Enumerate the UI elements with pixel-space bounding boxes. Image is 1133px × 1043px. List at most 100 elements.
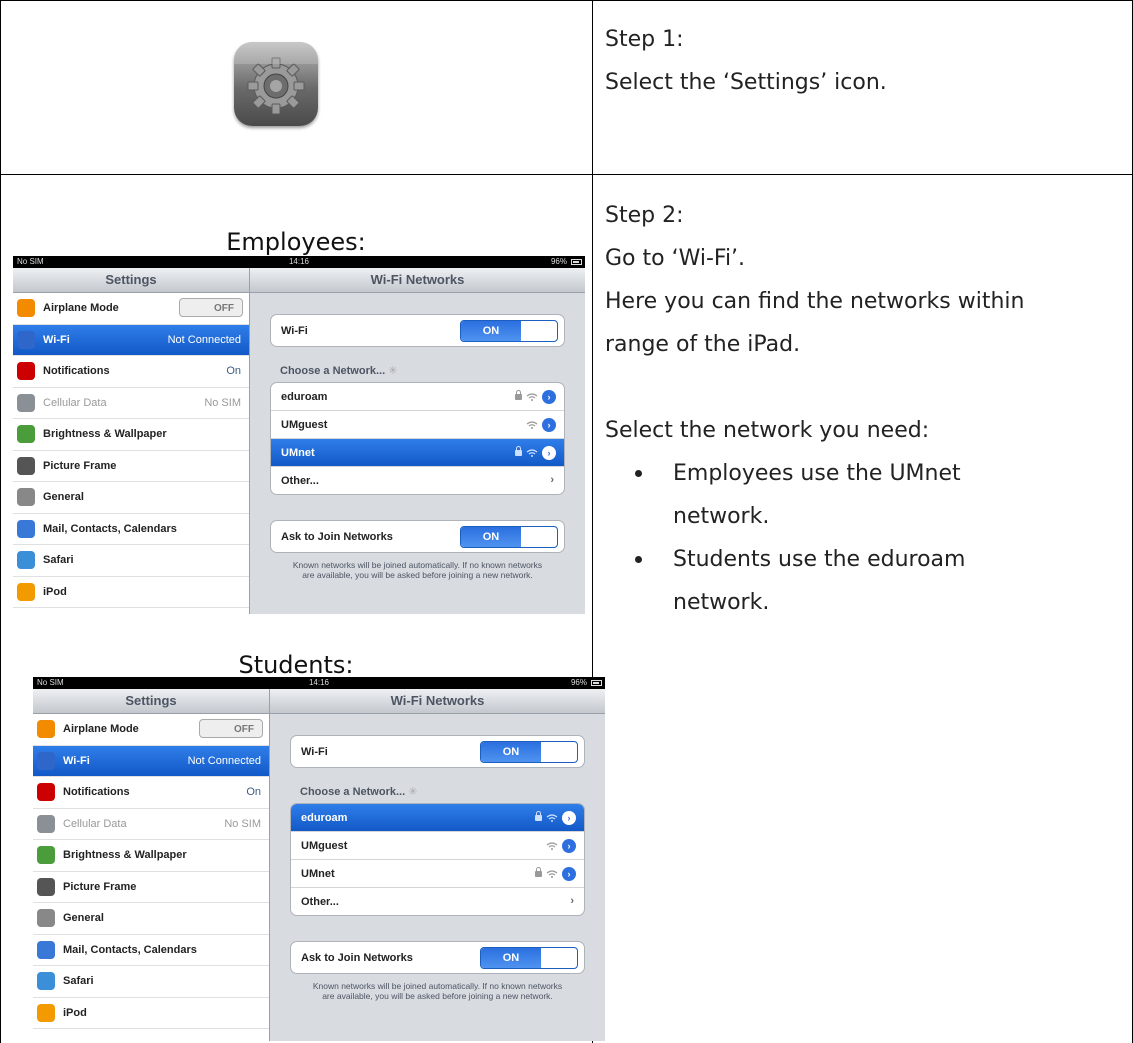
- network-icons: ›: [535, 867, 576, 881]
- ask-join-row: Ask to Join Networks ON: [271, 521, 564, 552]
- picture-frame-icon: [37, 877, 55, 896]
- sidebar-item-cellular-data[interactable]: Cellular Data No SIM: [13, 388, 249, 419]
- sidebar-item-brightness-wallpaper[interactable]: Brightness & Wallpaper: [13, 419, 249, 451]
- detail-disclosure-icon[interactable]: ›: [562, 867, 576, 881]
- wifi-signal-icon: [546, 870, 558, 878]
- wifi-toggle[interactable]: ON: [460, 320, 558, 342]
- sidebar-item-airplane-mode[interactable]: Airplane Mode OFF: [13, 293, 249, 325]
- network-row[interactable]: UMnet ›: [291, 860, 584, 888]
- network-list: eduroam › UMguest › UMnet › Other... ›: [290, 803, 585, 916]
- sidebar-item-label: Safari: [43, 554, 74, 566]
- wifi-row: Wi-Fi ON: [271, 315, 564, 346]
- sidebar-item-mail-contacts-calendars[interactable]: Mail, Contacts, Calendars: [33, 935, 269, 966]
- settings-sidebar: Settings Airplane Mode OFF Wi-Fi Not Connect…: [33, 689, 270, 1041]
- mail-icon: [17, 519, 35, 538]
- network-name: UMnet: [281, 447, 315, 459]
- battery-percent: 96%: [550, 257, 567, 266]
- sidebar-item-brightness-wallpaper[interactable]: Brightness & Wallpaper: [33, 840, 269, 872]
- sidebar-item-label: Wi-Fi: [43, 333, 70, 346]
- sidebar-item-label: Brightness & Wallpaper: [43, 428, 167, 440]
- network-icons: ›: [546, 839, 576, 853]
- network-row[interactable]: Other... ›: [271, 467, 564, 494]
- sidebar-item-value: No SIM: [224, 817, 261, 830]
- network-row[interactable]: eduroam ›: [291, 804, 584, 832]
- sidebar-item-label: Notifications: [43, 365, 110, 377]
- toggle-on-label: ON: [461, 321, 521, 341]
- bullet-employees: Employees use the UMnet network.: [605, 452, 1125, 538]
- network-icons: ›: [535, 811, 576, 825]
- ask-join-toggle[interactable]: ON: [480, 947, 578, 969]
- network-name: Other...: [301, 896, 339, 908]
- sidebar-item-label: Airplane Mode: [43, 302, 119, 314]
- step2-text: Step 2: Go to ‘Wi-Fi’. Here you can find…: [605, 194, 1125, 624]
- sidebar-item-airplane-mode[interactable]: Airplane Mode OFF: [33, 714, 269, 746]
- network-icons: ›: [515, 390, 556, 404]
- airplane-toggle[interactable]: OFF: [179, 298, 243, 317]
- detail-disclosure-icon[interactable]: ›: [562, 839, 576, 853]
- clock: 14:16: [308, 678, 330, 687]
- ask-join-toggle[interactable]: ON: [460, 526, 558, 548]
- sidebar-item-wi-fi[interactable]: Wi-Fi Not Connected: [13, 324, 249, 356]
- sidebar-item-label: General: [63, 912, 104, 924]
- sidebar-item-label: Safari: [63, 975, 94, 987]
- detail-disclosure-icon[interactable]: ›: [542, 446, 556, 460]
- spinner-icon: ✳: [388, 365, 398, 377]
- sidebar-item-picture-frame[interactable]: Picture Frame: [33, 872, 269, 903]
- detail-disclosure-icon[interactable]: ›: [542, 390, 556, 404]
- sidebar-item-notifications[interactable]: Notifications On: [13, 356, 249, 388]
- sidebar-item-label: Brightness & Wallpaper: [63, 849, 187, 861]
- table-border-left: [0, 0, 1, 1043]
- sidebar-item-label: iPod: [63, 1006, 87, 1019]
- network-name: eduroam: [281, 391, 328, 403]
- sidebar-item-label: Mail, Contacts, Calendars: [43, 522, 177, 535]
- sidebar-item-safari[interactable]: Safari: [33, 966, 269, 998]
- sidebar-item-ipod[interactable]: iPod: [33, 998, 269, 1029]
- choose-network-text: Choose a Network...: [280, 365, 386, 377]
- network-row[interactable]: UMguest ›: [271, 411, 564, 439]
- sidebar-item-notifications[interactable]: Notifications On: [33, 777, 269, 809]
- network-name: UMguest: [281, 419, 328, 431]
- status-bar: No SIM 14:16 96%: [33, 677, 605, 689]
- sidebar-item-label: Wi-Fi: [63, 754, 90, 767]
- network-row[interactable]: UMnet ›: [271, 439, 564, 467]
- step2-line3: range of the iPad.: [605, 332, 801, 357]
- network-row[interactable]: Other... ›: [291, 888, 584, 915]
- sidebar-item-ipod[interactable]: iPod: [13, 577, 249, 608]
- caption-students: Students:: [238, 651, 354, 679]
- detail-disclosure-icon[interactable]: ›: [562, 811, 576, 825]
- sidebar-item-cellular-data[interactable]: Cellular Data No SIM: [33, 809, 269, 840]
- bullet-students: Students use the eduroam network.: [605, 538, 1125, 624]
- wifi-toggle[interactable]: ON: [480, 741, 578, 763]
- network-icons: ›: [515, 446, 556, 460]
- notifications-icon: [37, 783, 55, 801]
- sidebar-item-general[interactable]: General: [33, 903, 269, 935]
- sidebar-item-mail-contacts-calendars[interactable]: Mail, Contacts, Calendars: [13, 514, 249, 545]
- detail-disclosure-icon[interactable]: ›: [542, 418, 556, 432]
- network-name: UMnet: [301, 868, 335, 880]
- bullet-text: network.: [673, 590, 770, 615]
- wifi-toggle-group: Wi-Fi ON: [290, 735, 585, 768]
- sidebar-item-wi-fi[interactable]: Wi-Fi Not Connected: [33, 745, 269, 777]
- sidebar-item-label: Cellular Data: [43, 396, 107, 409]
- step2-line1: Go to ‘Wi-Fi’.: [605, 246, 746, 271]
- spinner-icon: ✳: [408, 786, 418, 798]
- ask-join-note: Known networks will be joined automatica…: [292, 560, 543, 580]
- step1-text: Step 1: Select the ‘Settings’ icon.: [605, 18, 887, 104]
- network-row[interactable]: eduroam ›: [271, 383, 564, 411]
- sidebar-item-picture-frame[interactable]: Picture Frame: [13, 451, 249, 482]
- wifi-signal-icon: [526, 393, 538, 401]
- network-row[interactable]: UMguest ›: [291, 832, 584, 860]
- airplane-icon: [17, 299, 35, 317]
- bullet-text: Employees use the UMnet: [673, 461, 961, 486]
- settings-sidebar: Settings Airplane Mode OFF Wi-Fi Not Connect…: [13, 268, 250, 614]
- sidebar-item-label: General: [43, 491, 84, 503]
- sidebar-item-general[interactable]: General: [13, 482, 249, 514]
- sidebar-item-value: On: [226, 365, 241, 377]
- instruction-table: Step 1: Select the ‘Settings’ icon. Step…: [0, 0, 1133, 1043]
- airplane-toggle[interactable]: OFF: [199, 719, 263, 738]
- sidebar-item-safari[interactable]: Safari: [13, 545, 249, 577]
- ipad-screenshot-students: No SIM 14:16 96% Settings Airplane Mode OFF Wi…: [33, 677, 605, 1041]
- settings-app-icon: [234, 42, 318, 126]
- clock: 14:16: [288, 257, 310, 266]
